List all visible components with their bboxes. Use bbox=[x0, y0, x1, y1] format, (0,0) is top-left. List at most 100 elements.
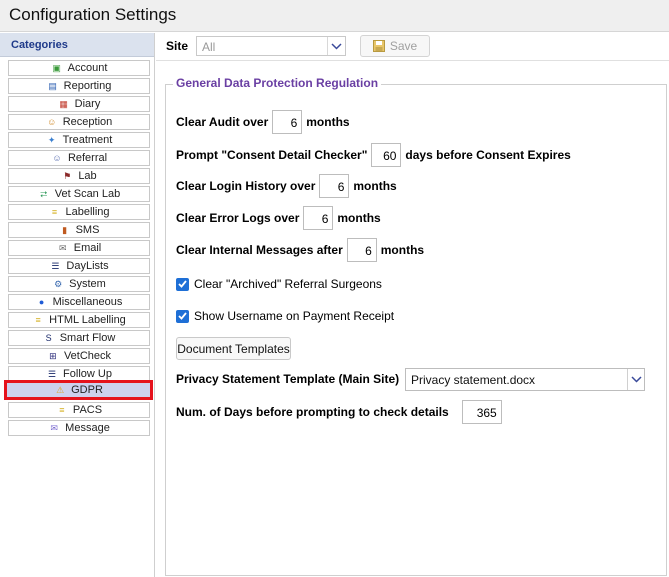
sidebar-item-reporting[interactable]: ▤ Reporting bbox=[8, 78, 150, 94]
clear-messages-input[interactable]: 6 bbox=[346, 238, 377, 262]
lab-icon: ⚑ bbox=[63, 170, 72, 181]
sidebar-item-system[interactable]: ⚙ System bbox=[8, 276, 150, 292]
message-icon: ✉ bbox=[50, 422, 58, 433]
vetcheck-icon: ⊞ bbox=[49, 350, 57, 361]
sidebar-item-referral[interactable]: ☺ Referral bbox=[8, 150, 150, 166]
clear-login-unit: months bbox=[353, 179, 397, 193]
clear-messages-row: Clear Internal Messages after 6 months bbox=[176, 238, 424, 262]
sidebar-item-sms[interactable]: ▮ SMS bbox=[8, 222, 150, 238]
title-bar: Configuration Settings bbox=[0, 0, 669, 32]
days-prompting-input[interactable]: 365 bbox=[461, 400, 502, 424]
sidebar-item-vet-scan-lab[interactable]: ⮂ Vet Scan Lab bbox=[8, 186, 150, 202]
sidebar-item-daylists[interactable]: ☰ DayLists bbox=[8, 258, 150, 274]
sidebar-item-gdpr[interactable]: ⚠ GDPR bbox=[4, 380, 153, 400]
consent-checker-label: Prompt "Consent Detail Checker" bbox=[176, 148, 368, 162]
consent-checker-unit: days before Consent Expires bbox=[405, 148, 571, 162]
treatment-icon: ✦ bbox=[47, 134, 56, 145]
show-username-checkbox[interactable] bbox=[176, 309, 189, 323]
consent-checker-row: Prompt "Consent Detail Checker" 60 days … bbox=[176, 143, 571, 167]
sidebar-item-label: Follow Up bbox=[63, 368, 112, 380]
sidebar-item-label: DayLists bbox=[66, 260, 109, 272]
clear-login-row: Clear Login History over 6 months bbox=[176, 174, 397, 198]
consent-checker-input[interactable]: 60 bbox=[371, 143, 402, 167]
referral-icon: ☺ bbox=[52, 152, 62, 163]
clear-audit-row: Clear Audit over 6 months bbox=[176, 110, 350, 134]
sidebar-item-message[interactable]: ✉ Message bbox=[8, 420, 150, 436]
email-icon: ✉ bbox=[58, 242, 67, 253]
document-templates-button[interactable]: Document Templates bbox=[176, 337, 291, 360]
save-button[interactable]: Save bbox=[360, 35, 430, 57]
site-label: Site bbox=[166, 39, 189, 53]
sidebar-item-lab[interactable]: ⚑ Lab bbox=[8, 168, 150, 184]
reception-icon: ☺ bbox=[47, 116, 57, 127]
days-prompting-row: Num. of Days before prompting to check d… bbox=[176, 400, 506, 424]
clear-archived-checkbox[interactable] bbox=[176, 277, 189, 291]
sidebar-item-label: Lab bbox=[78, 170, 97, 182]
window-title: Configuration Settings bbox=[9, 5, 177, 24]
daylists-icon: ☰ bbox=[51, 260, 60, 271]
clear-errors-input[interactable]: 6 bbox=[303, 206, 334, 230]
reporting-icon: ▤ bbox=[48, 80, 57, 91]
clear-login-label: Clear Login History over bbox=[176, 179, 316, 193]
privacy-template-label: Privacy Statement Template (Main Site) bbox=[176, 372, 400, 386]
sidebar-item-label: Labelling bbox=[65, 206, 110, 218]
privacy-template-row: Privacy Statement Template (Main Site) bbox=[176, 372, 399, 386]
system-icon: ⚙ bbox=[54, 278, 63, 289]
sidebar-item-label: Miscellaneous bbox=[52, 296, 123, 308]
clear-archived-row: Clear "Archived" Referral Surgeons bbox=[176, 277, 382, 291]
clear-audit-label: Clear Audit over bbox=[176, 115, 269, 129]
sidebar-item-label: Account bbox=[67, 62, 108, 74]
sidebar-item-smart-flow[interactable]: S Smart Flow bbox=[8, 330, 150, 346]
html-labelling-icon: ≡ bbox=[35, 314, 41, 325]
sidebar-item-label: Treatment bbox=[62, 134, 113, 146]
privacy-template-select[interactable]: Privacy statement.docx bbox=[405, 368, 645, 391]
sidebar-item-vetcheck[interactable]: ⊞ VetCheck bbox=[8, 348, 150, 364]
sidebar-item-reception[interactable]: ☺ Reception bbox=[8, 114, 150, 130]
chevron-down-icon[interactable] bbox=[627, 369, 644, 390]
sidebar-item-html-labelling[interactable]: ≡ HTML Labelling bbox=[8, 312, 150, 328]
clear-errors-unit: months bbox=[337, 211, 381, 225]
save-button-label: Save bbox=[389, 39, 418, 53]
sidebar-item-label: Vet Scan Lab bbox=[54, 188, 121, 200]
follow-up-icon: ☰ bbox=[48, 368, 57, 379]
gdpr-icon: ⚠ bbox=[56, 384, 65, 395]
days-prompting-label: Num. of Days before prompting to check d… bbox=[176, 405, 449, 419]
sms-icon: ▮ bbox=[62, 224, 68, 235]
sidebar-item-diary[interactable]: ▦ Diary bbox=[8, 96, 150, 112]
sidebar-item-email[interactable]: ✉ Email bbox=[8, 240, 150, 256]
clear-audit-input[interactable]: 6 bbox=[272, 110, 303, 134]
sidebar-item-miscellaneous[interactable]: ● Miscellaneous bbox=[8, 294, 150, 310]
sidebar-item-account[interactable]: ▣ Account bbox=[8, 60, 150, 76]
sidebar-item-label: Email bbox=[73, 242, 102, 254]
chevron-down-icon[interactable] bbox=[327, 37, 345, 55]
save-icon bbox=[372, 40, 385, 52]
sidebar-item-label: PACS bbox=[72, 404, 103, 416]
clear-errors-row: Clear Error Logs over 6 months bbox=[176, 206, 381, 230]
site-select[interactable]: All bbox=[196, 36, 346, 56]
sidebar-item-label: System bbox=[69, 278, 106, 290]
clear-messages-label: Clear Internal Messages after bbox=[176, 243, 343, 257]
sidebar-item-label: Referral bbox=[67, 152, 108, 164]
sidebar-item-pacs[interactable]: ≡ PACS bbox=[8, 402, 150, 418]
clear-login-input[interactable]: 6 bbox=[319, 174, 350, 198]
sidebar-item-label: SMS bbox=[75, 224, 100, 236]
clear-archived-label: Clear "Archived" Referral Surgeons bbox=[194, 277, 382, 291]
sidebar-item-label: Reporting bbox=[63, 80, 112, 92]
categories-header: Categories bbox=[0, 33, 154, 57]
categories-sidebar: Categories ▣ Account ▤ Reporting ▦ Diary ☺ Rece… bbox=[0, 33, 155, 577]
labelling-icon: ≡ bbox=[51, 206, 58, 217]
miscellaneous-icon: ● bbox=[38, 296, 45, 307]
clear-audit-unit: months bbox=[306, 115, 350, 129]
diary-icon: ▦ bbox=[59, 98, 68, 109]
vet-scan-lab-icon: ⮂ bbox=[40, 188, 48, 199]
clear-errors-label: Clear Error Logs over bbox=[176, 211, 300, 225]
sidebar-item-label: Smart Flow bbox=[59, 332, 116, 344]
sidebar-item-label: Diary bbox=[74, 98, 101, 110]
sidebar-item-labelling[interactable]: ≡ Labelling bbox=[8, 204, 150, 220]
sidebar-item-label: VetCheck bbox=[63, 350, 112, 362]
sidebar-item-treatment[interactable]: ✦ Treatment bbox=[8, 132, 150, 148]
sidebar-item-label: Reception bbox=[62, 116, 113, 128]
show-username-label: Show Username on Payment Receipt bbox=[194, 309, 395, 323]
smart-flow-icon: S bbox=[45, 332, 52, 343]
clear-messages-unit: months bbox=[380, 243, 425, 257]
